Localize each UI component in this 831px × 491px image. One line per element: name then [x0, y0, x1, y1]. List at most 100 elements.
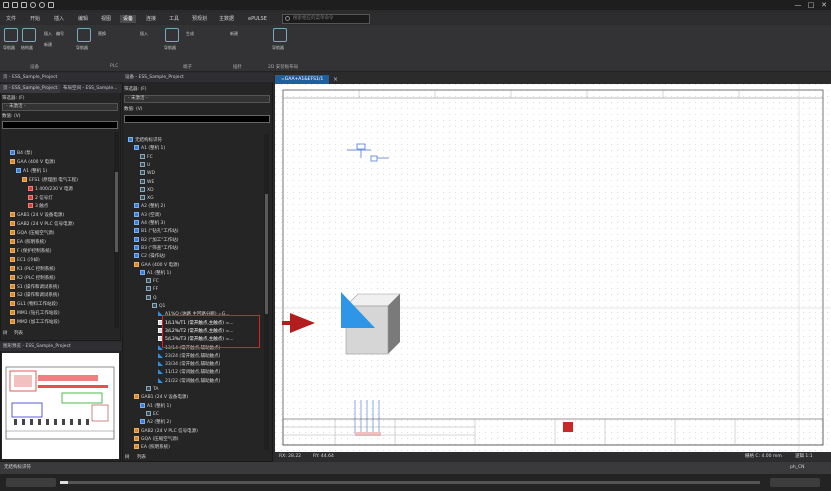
menu-file[interactable]: 文件: [6, 15, 16, 23]
tree-item[interactable]: A1 (整机 1): [134, 145, 165, 152]
ribbon-navigator-3[interactable]: 导航器: [164, 45, 176, 51]
tree-item[interactable]: TA: [146, 386, 158, 393]
structure-box-icon[interactable]: [22, 28, 36, 42]
tree-item[interactable]: 1 400/230 V 电源: [28, 185, 73, 193]
tree-item[interactable]: S1 (操作和调试系统): [10, 283, 59, 291]
tab-layout-space[interactable]: 布局空间 - ESS_Sample...: [60, 84, 121, 93]
tree-item[interactable]: B1 ("钻孔"工作站): [134, 228, 179, 235]
open-icon[interactable]: [12, 2, 18, 8]
value-input[interactable]: [2, 121, 118, 129]
close-button[interactable]: ✕: [819, 1, 829, 9]
tree-item[interactable]: FC: [146, 278, 159, 285]
tab-schematic-page[interactable]: =GAA+A1&EFS1/1: [275, 75, 330, 84]
ribbon-new-2[interactable]: 新建: [230, 31, 238, 37]
menu-edit[interactable]: 编辑: [78, 15, 88, 23]
tree-item[interactable]: GAA (400 V 电源): [134, 261, 179, 269]
playback-controls[interactable]: [6, 478, 56, 487]
navigator-icon[interactable]: [4, 28, 18, 42]
menu-insert[interactable]: 插入: [54, 15, 64, 23]
ribbon-new[interactable]: 新建: [44, 42, 52, 48]
device-tab-tree[interactable]: 树: [125, 454, 130, 461]
tree-item[interactable]: XG: [140, 195, 154, 202]
ribbon-structure-box-label[interactable]: 结构盒: [21, 45, 33, 51]
minimize-button[interactable]: —: [793, 1, 803, 9]
tree-item[interactable]: A1 (整机 1): [140, 269, 171, 277]
tree-item[interactable]: 21/22 (常闭触点,辅助触点): [158, 377, 220, 385]
tree-item[interactable]: C2 (操作站): [134, 253, 165, 260]
tree-item[interactable]: B4 (泵): [10, 150, 32, 157]
device-value-input[interactable]: [124, 115, 270, 123]
redo-icon[interactable]: [39, 2, 45, 8]
ribbon-navigator-4[interactable]: 导航器: [272, 45, 284, 51]
menu-home[interactable]: 开始: [30, 15, 40, 23]
device-filter-select[interactable]: - 未激活 -: [124, 95, 270, 103]
left-tab-tree[interactable]: 树: [3, 330, 8, 337]
save-icon[interactable]: [21, 2, 27, 8]
menu-connection[interactable]: 连接: [146, 15, 156, 23]
tree-item[interactable]: GQA (压缩空气源): [10, 230, 55, 237]
tree-item[interactable]: B2 ("加工"工作站): [134, 236, 179, 244]
playback-options[interactable]: [770, 478, 820, 487]
tree-item[interactable]: 无结构标识符: [128, 137, 162, 144]
tree-item[interactable]: A2 (整机 2): [140, 419, 171, 426]
tree-item[interactable]: EA (照明系统): [134, 444, 170, 451]
command-search-input[interactable]: 搜索相应的菜单命令: [282, 14, 370, 24]
print-icon[interactable]: [48, 2, 54, 8]
ribbon-insert[interactable]: 插入: [44, 31, 52, 37]
device-tab-list[interactable]: 列表: [137, 454, 146, 461]
tree-item[interactable]: 3 触点: [28, 203, 48, 210]
tree-item[interactable]: GAA (400 V 电源): [10, 158, 55, 166]
device-navigator-icon[interactable]: [77, 28, 91, 42]
tree-item[interactable]: XD: [140, 186, 154, 194]
tree-item[interactable]: F (保护控制系统): [10, 247, 52, 255]
tree-item[interactable]: K1 (PLC 控制系统): [10, 265, 56, 273]
ribbon-insert-2[interactable]: 插入: [140, 31, 148, 37]
maximize-button[interactable]: □: [806, 1, 816, 9]
tree-item[interactable]: GAB2 (24 V PLC 信号电源): [134, 427, 198, 435]
menu-epulse[interactable]: ePULSE: [248, 15, 267, 23]
tree-item[interactable]: A3 (空调): [134, 211, 161, 219]
tree-item[interactable]: K2 (PLC 控制系统): [10, 274, 56, 282]
tree-item[interactable]: MM1 (钻孔工作站段): [10, 310, 60, 317]
undo-icon[interactable]: [30, 2, 36, 8]
device-tree-scrollbar[interactable]: [264, 134, 269, 450]
tree-item[interactable]: WD: [140, 170, 155, 177]
ribbon-number[interactable]: 编号: [56, 31, 64, 37]
tree-item[interactable]: A1 (整机 1): [16, 167, 47, 175]
new-file-icon[interactable]: [3, 2, 9, 8]
tree-item[interactable]: 2 信号灯: [28, 194, 53, 202]
filter-select[interactable]: - 未激活 -: [2, 103, 118, 111]
tree-item[interactable]: GAB1 (24 V 设备电源): [10, 212, 64, 219]
tab-pages[interactable]: 页 - ESS_Sample_Project: [0, 84, 60, 93]
tree-item[interactable]: Q1: [152, 303, 165, 310]
tree-item[interactable]: MM2 (加工工作站段): [10, 319, 60, 326]
left-tree-scrollbar[interactable]: [114, 132, 119, 328]
ribbon-navigator-2[interactable]: 导航器: [76, 45, 88, 51]
tree-item[interactable]: A4 (整机 3): [134, 220, 165, 227]
tree-item[interactable]: GQA (压缩空气源): [134, 435, 179, 443]
preview-thumbnail[interactable]: [2, 353, 119, 459]
tree-item[interactable]: EFS1 (原理图 电气工程): [22, 176, 78, 184]
progress-track[interactable]: [60, 481, 760, 484]
ribbon-navigator-label[interactable]: 导航器: [3, 45, 15, 51]
menu-master-data[interactable]: 主数据: [219, 15, 234, 23]
ribbon-generate[interactable]: 生成: [186, 31, 194, 37]
tree-item[interactable]: B3 ("筛查"工作站): [134, 244, 179, 252]
schematic-canvas[interactable]: [275, 84, 831, 452]
tree-item[interactable]: Q: [146, 294, 157, 302]
tree-item[interactable]: U: [140, 161, 150, 169]
menu-tools[interactable]: 工具: [169, 15, 179, 23]
tree-item[interactable]: 11/12 (常闭触点,辅助触点): [158, 369, 220, 376]
tree-item[interactable]: WE: [140, 178, 154, 186]
tree-item[interactable]: EA (照明系统): [10, 239, 46, 246]
tree-item[interactable]: GAB2 (24 V PLC 信号电源): [10, 221, 74, 228]
left-tab-list[interactable]: 列表: [14, 330, 23, 337]
tree-item[interactable]: A2 (整机 2): [134, 203, 165, 210]
ribbon-replace[interactable]: 替换: [98, 31, 106, 37]
terminal-navigator-icon[interactable]: [165, 28, 179, 42]
tree-item[interactable]: 33/34 (常开触点,辅助触点): [158, 361, 220, 368]
tree-item[interactable]: FF: [146, 286, 158, 293]
menu-preplanning[interactable]: 预规划: [192, 15, 207, 23]
tree-item[interactable]: A1 (整机 1): [140, 402, 171, 410]
tree-item[interactable]: EC: [146, 410, 159, 418]
